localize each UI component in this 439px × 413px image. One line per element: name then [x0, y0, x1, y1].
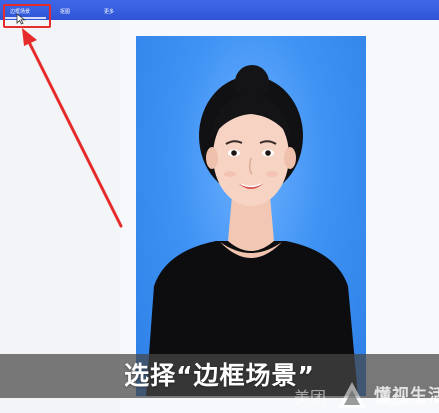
watermark-logo-icon — [338, 382, 366, 408]
portrait-illustration — [146, 65, 358, 396]
watermark-left-text: 美团 — [294, 388, 327, 407]
app-window: 边框场景 抠图 更多 选择“边框场景” 美团 懂视生活 SIDONGSHI.CO… — [0, 0, 439, 413]
mouse-cursor-icon — [16, 13, 26, 25]
portrait-photo[interactable] — [136, 36, 366, 396]
tab-cutout[interactable]: 抠图 — [60, 6, 70, 18]
tab-more[interactable]: 更多 — [104, 6, 114, 18]
watermark-url: SIDONGSHI.COM — [376, 401, 427, 408]
top-toolbar: 边框场景 抠图 更多 — [0, 0, 439, 20]
highlight-box — [3, 4, 51, 28]
